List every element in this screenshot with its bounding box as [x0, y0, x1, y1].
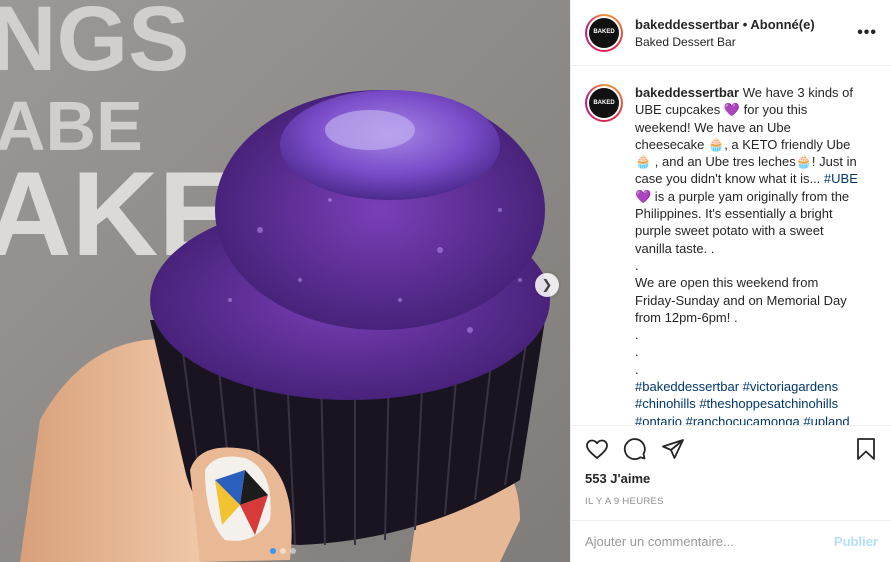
post-caption: bakeddessertbar We have 3 kinds of UBE c…: [635, 84, 860, 426]
caption-paragraph: We are open this weekend from Friday-Sun…: [635, 275, 847, 325]
username-link[interactable]: bakeddessertbar: [635, 17, 739, 32]
caption-text: is a purple yam originally from the Phil…: [635, 188, 850, 256]
post-photo[interactable]: NGS ABE AKED ❯: [0, 0, 570, 562]
caption-avatar[interactable]: BAKED: [585, 84, 623, 122]
share-icon[interactable]: [661, 437, 685, 461]
carousel-dot-1: [270, 548, 276, 554]
caption-dot: .: [635, 327, 639, 343]
hashtag-link[interactable]: #UBE: [824, 171, 858, 186]
comment-bar: Publier: [571, 520, 891, 562]
carousel-dot-3: [290, 548, 296, 554]
caption-section: BAKED bakeddessertbar We have 3 kinds of…: [571, 66, 891, 426]
carousel-dot-2: [280, 548, 286, 554]
separator: •: [742, 16, 748, 32]
hashtag-line[interactable]: #ontario #ranchocucamonga #upland: [635, 413, 860, 426]
comment-icon[interactable]: [623, 437, 647, 461]
post-actions: 553 J'aime IL Y A 9 HEURES: [571, 425, 891, 507]
caption-dot: .: [635, 257, 639, 273]
bookmark-icon[interactable]: [854, 437, 878, 461]
post-timestamp[interactable]: IL Y A 9 HEURES: [585, 496, 878, 507]
cupcake-icon: 🧁: [708, 136, 725, 152]
account-subtitle[interactable]: Baked Dessert Bar: [635, 35, 857, 49]
caption-dot: .: [635, 344, 639, 360]
hashtag-line[interactable]: #chinohills #theshoppesatchinohills: [635, 395, 860, 412]
cupcake-icon: 🧁: [635, 154, 652, 170]
purple-heart-icon: 💜: [723, 102, 741, 118]
avatar-logo: BAKED: [589, 17, 619, 48]
next-photo-button[interactable]: ❯: [535, 273, 559, 297]
caption-avatar-logo: BAKED: [589, 88, 619, 118]
caption-text: , and an Ube tres leches: [651, 154, 796, 170]
purple-heart-icon: 💜: [635, 188, 652, 204]
follow-status-button[interactable]: Abonné(e): [750, 17, 814, 32]
caption-username-link[interactable]: bakeddessertbar: [635, 85, 739, 100]
more-options-icon[interactable]: •••: [857, 24, 877, 42]
carousel-dots: [270, 548, 296, 554]
cupcake-photo: NGS ABE AKED: [0, 0, 570, 562]
publish-button[interactable]: Publier: [834, 534, 878, 549]
comment-input[interactable]: [585, 534, 834, 549]
hashtag-line[interactable]: #bakeddessertbar #victoriagardens: [635, 378, 860, 395]
post-header: BAKED bakeddessertbar • Abonné(e) Baked …: [571, 0, 891, 66]
avatar[interactable]: BAKED: [585, 13, 623, 52]
wall-text-1: NGS: [0, 0, 189, 90]
caption-dot: .: [635, 361, 639, 377]
like-heart-icon[interactable]: [585, 437, 609, 461]
caption-text: , a KETO friendly Ube: [724, 136, 851, 152]
post-side-panel: BAKED bakeddessertbar • Abonné(e) Baked …: [570, 0, 891, 562]
cupcake-icon: 🧁: [795, 154, 812, 170]
like-count[interactable]: 553 J'aime: [585, 471, 878, 486]
chevron-right-icon: ❯: [541, 277, 553, 292]
